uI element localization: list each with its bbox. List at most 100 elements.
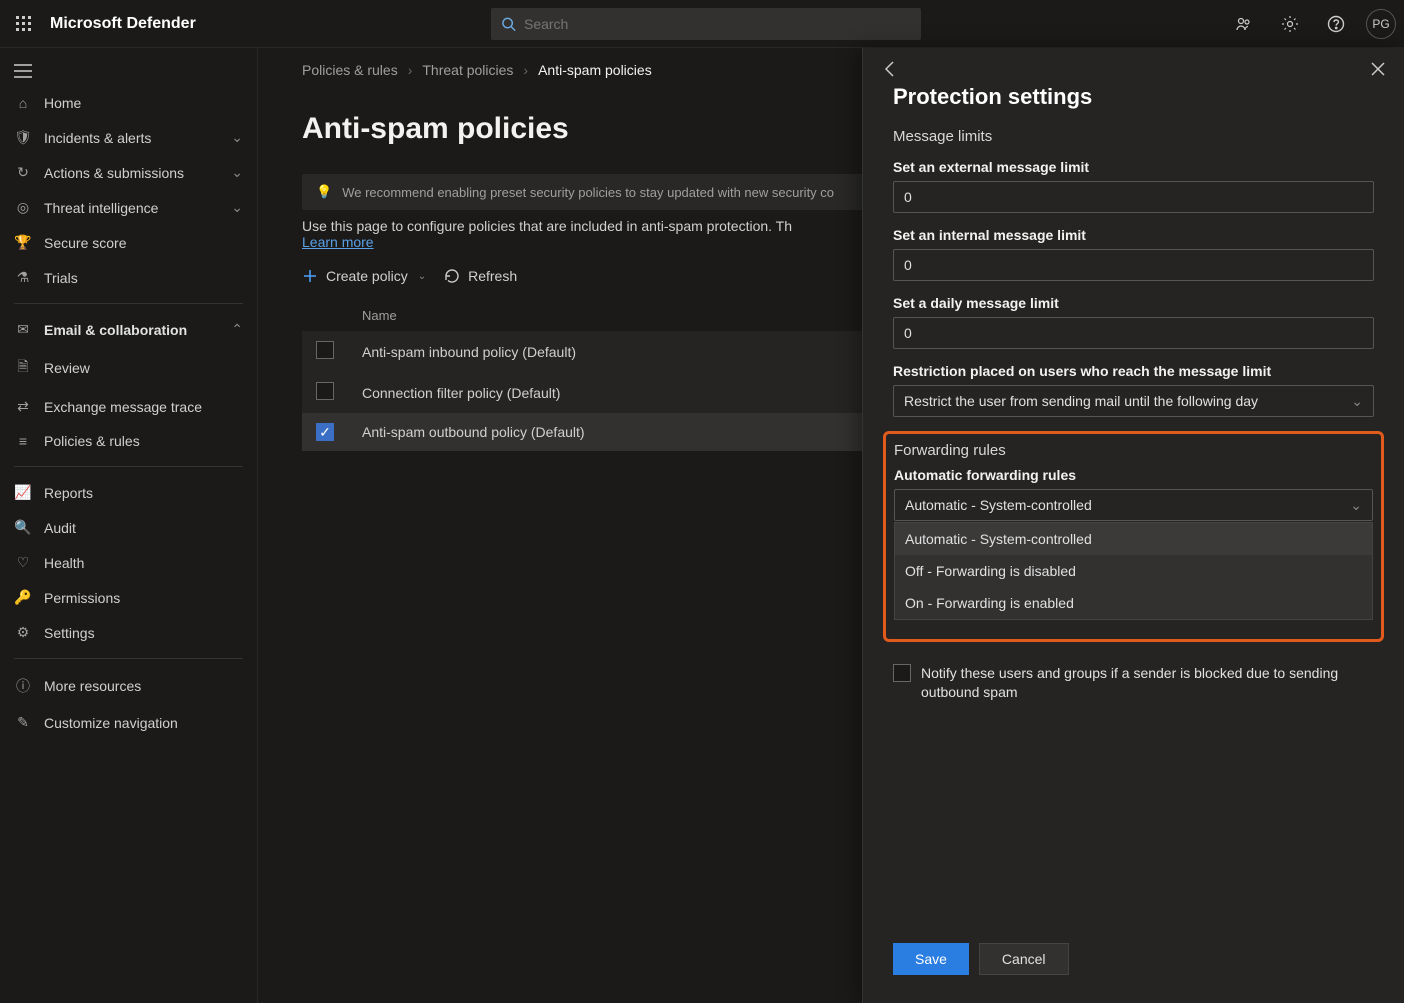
sidebar-item-incidents[interactable]: 🛡 Incidents & alerts ⌄ xyxy=(0,120,257,155)
trophy-icon: 🏆 xyxy=(14,234,32,251)
pencil-icon: ✎ xyxy=(14,714,32,731)
chevron-down-icon: ⌄ xyxy=(418,271,426,282)
notify-checkbox-row: Notify these users and groups if a sende… xyxy=(893,664,1374,702)
people-icon[interactable] xyxy=(1228,8,1260,40)
health-icon: ♡ xyxy=(14,554,32,571)
chevron-right-icon: › xyxy=(408,62,413,78)
back-icon[interactable] xyxy=(881,60,899,78)
save-button[interactable]: Save xyxy=(893,943,969,975)
refresh-button[interactable]: Refresh xyxy=(444,268,517,284)
sidebar-item-label: Actions & submissions xyxy=(44,165,231,181)
external-limit-value[interactable] xyxy=(904,189,1363,205)
sidebar-item-review[interactable]: 🗎 Review xyxy=(0,347,257,389)
lightbulb-icon: 💡 xyxy=(316,184,332,200)
sidebar-item-label: Exchange message trace xyxy=(44,399,243,415)
sliders-icon: ≡ xyxy=(14,433,32,449)
dropdown-option[interactable]: Off - Forwarding is disabled xyxy=(895,555,1372,587)
notify-checkbox-label: Notify these users and groups if a sende… xyxy=(921,664,1374,702)
breadcrumb-item[interactable]: Threat policies xyxy=(422,62,513,78)
sidebar-item-policies-rules[interactable]: ≡ Policies & rules xyxy=(0,424,257,458)
field-label-internal: Set an internal message limit xyxy=(893,227,1374,243)
field-label-external: Set an external message limit xyxy=(893,159,1374,175)
panel-footer: Save Cancel xyxy=(863,943,1404,1003)
avatar[interactable]: PG xyxy=(1366,9,1396,39)
sidebar-item-label: Permissions xyxy=(44,590,243,606)
create-policy-label: Create policy xyxy=(326,268,408,284)
sidebar-item-more-resources[interactable]: ⓘ More resources xyxy=(0,667,257,705)
intel-icon: ◎ xyxy=(14,199,32,216)
breadcrumb-item[interactable]: Policies & rules xyxy=(302,62,398,78)
key-icon: 🔑 xyxy=(14,589,32,606)
daily-limit-value[interactable] xyxy=(904,325,1363,341)
row-checkbox[interactable]: ✓ xyxy=(316,423,334,441)
learn-more-link[interactable]: Learn more xyxy=(302,234,374,250)
nav-divider xyxy=(14,466,243,467)
gear-icon[interactable] xyxy=(1274,8,1306,40)
sidebar-item-health[interactable]: ♡ Health xyxy=(0,545,257,580)
sidebar-item-trials[interactable]: ⚗ Trials xyxy=(0,260,257,295)
sidebar-item-audit[interactable]: 🔍 Audit xyxy=(0,510,257,545)
restriction-select[interactable]: Restrict the user from sending mail unti… xyxy=(893,385,1374,417)
chevron-down-icon: ⌄ xyxy=(231,199,243,216)
sidebar-group-email[interactable]: ✉ Email & collaboration ⌃ xyxy=(0,312,257,347)
chevron-down-icon: ⌄ xyxy=(231,164,243,181)
internal-limit-value[interactable] xyxy=(904,257,1363,273)
sidebar-group-label: Email & collaboration xyxy=(44,322,231,338)
forwarding-highlight: Forwarding rules Automatic forwarding ru… xyxy=(883,431,1384,642)
row-checkbox[interactable] xyxy=(316,341,334,359)
section-forwarding-rules: Forwarding rules xyxy=(894,442,1373,459)
sidebar-item-label: Settings xyxy=(44,625,243,641)
search-input[interactable] xyxy=(524,16,911,32)
sidebar-item-actions[interactable]: ↻ Actions & submissions ⌄ xyxy=(0,155,257,190)
autoforward-dropdown[interactable]: Automatic - System-controlled ⌄ Automati… xyxy=(894,489,1373,521)
sidebar-item-label: Health xyxy=(44,555,243,571)
dropdown-option[interactable]: On - Forwarding is enabled xyxy=(895,587,1372,619)
daily-limit-input[interactable] xyxy=(893,317,1374,349)
breadcrumb-item: Anti-spam policies xyxy=(538,62,652,78)
top-icons: PG xyxy=(1228,8,1396,40)
sidebar-item-customize-nav[interactable]: ✎ Customize navigation xyxy=(0,705,257,740)
sidebar-item-label: Threat intelligence xyxy=(44,200,231,216)
sidebar-item-label: Customize navigation xyxy=(44,715,243,731)
row-checkbox[interactable] xyxy=(316,382,334,400)
restriction-value: Restrict the user from sending mail unti… xyxy=(904,393,1258,409)
nav-toggle-icon[interactable] xyxy=(0,56,257,86)
plus-icon xyxy=(302,268,318,284)
sidebar-item-settings[interactable]: ⚙ Settings xyxy=(0,615,257,650)
create-policy-button[interactable]: Create policy ⌄ xyxy=(302,268,426,284)
app-launcher-icon[interactable] xyxy=(8,8,40,40)
sidebar-item-home[interactable]: ⌂ Home xyxy=(0,86,257,120)
refresh-label: Refresh xyxy=(468,268,517,284)
sidebar-item-permissions[interactable]: 🔑 Permissions xyxy=(0,580,257,615)
chevron-down-icon: ⌄ xyxy=(231,129,243,146)
search-box[interactable] xyxy=(491,8,921,40)
shield-icon: 🛡 xyxy=(14,129,32,146)
sidebar-item-label: Audit xyxy=(44,520,243,536)
description-text: Use this page to configure policies that… xyxy=(302,218,792,234)
external-limit-input[interactable] xyxy=(893,181,1374,213)
sidebar-item-exchange-trace[interactable]: ⇄ Exchange message trace xyxy=(0,389,257,424)
notify-checkbox[interactable] xyxy=(893,664,911,682)
chevron-right-icon: › xyxy=(523,62,528,78)
sidebar-item-label: Policies & rules xyxy=(44,433,243,449)
sidebar-item-reports[interactable]: 📈 Reports xyxy=(0,475,257,510)
internal-limit-input[interactable] xyxy=(893,249,1374,281)
cancel-button[interactable]: Cancel xyxy=(979,943,1069,975)
field-label-restriction: Restriction placed on users who reach th… xyxy=(893,363,1374,379)
doc-icon: 🗎 xyxy=(14,356,32,380)
panel-title: Protection settings xyxy=(863,78,1404,124)
dropdown-option[interactable]: Automatic - System-controlled xyxy=(895,523,1372,555)
sidebar-item-threat-intel[interactable]: ◎ Threat intelligence ⌄ xyxy=(0,190,257,225)
help-icon[interactable] xyxy=(1320,8,1352,40)
search-icon xyxy=(501,16,516,32)
exchange-icon: ⇄ xyxy=(14,398,32,415)
close-icon[interactable] xyxy=(1370,61,1386,77)
autoforward-selected: Automatic - System-controlled xyxy=(905,497,1092,513)
sidebar-item-label: Home xyxy=(44,95,243,111)
sidebar-item-label: More resources xyxy=(44,678,243,694)
gear-icon: ⚙ xyxy=(14,624,32,641)
topbar: Microsoft Defender PG xyxy=(0,0,1404,48)
sidebar-item-secure-score[interactable]: 🏆 Secure score xyxy=(0,225,257,260)
sidebar-item-label: Trials xyxy=(44,270,243,286)
brand-label: Microsoft Defender xyxy=(50,15,196,33)
